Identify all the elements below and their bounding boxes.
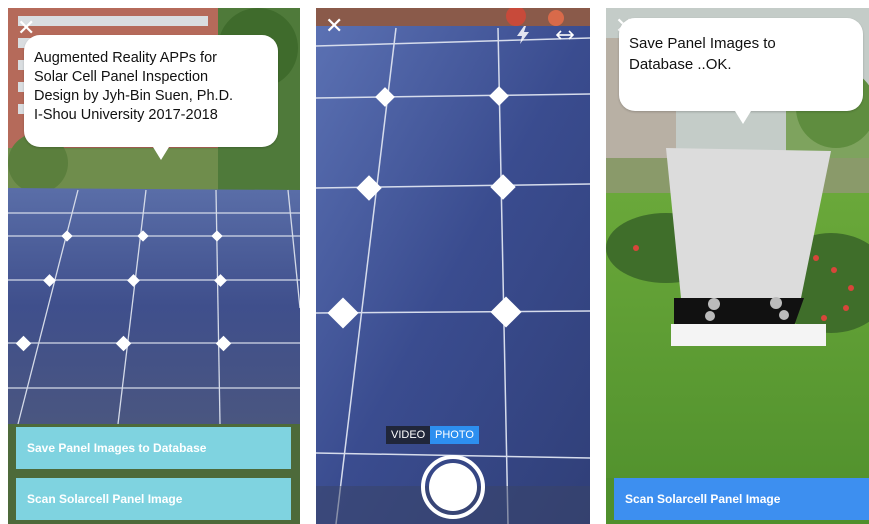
scan-panel-image-button[interactable]: Scan Solarcell Panel Image (614, 478, 869, 520)
switch-camera-icon[interactable] (556, 28, 574, 42)
shutter-inner (429, 463, 477, 511)
photo-mode-tab[interactable]: PHOTO (430, 426, 479, 444)
bubble-line: Design by Jyh-Bin Suen, Ph.D. (34, 88, 234, 104)
bubble-line: Solar Cell Panel Inspection (34, 69, 209, 85)
screen-ar-intro: ✕ Augmented Reality APPs for Solar Cell … (8, 8, 300, 524)
bubble-line: Database ..OK. (629, 56, 732, 73)
camera-viewfinder (316, 8, 590, 524)
screen-ar-save: ✕ Save Panel Images to Database ..OK. Sc… (606, 8, 869, 524)
save-panel-images-button[interactable]: Save Panel Images to Database (16, 427, 291, 469)
bubble-line: Save Panel Images to (629, 35, 776, 52)
close-icon[interactable]: ✕ (325, 16, 343, 38)
bubble-line: Augmented Reality APPs for (34, 50, 217, 66)
bubble-tail (153, 147, 169, 160)
screen-camera: ✕ VIDEO PHOTO (316, 8, 590, 524)
scan-panel-image-button[interactable]: Scan Solarcell Panel Image (16, 478, 291, 520)
video-mode-tab[interactable]: VIDEO (386, 426, 431, 444)
flash-icon[interactable] (516, 26, 530, 44)
status-bubble: Save Panel Images to Database ..OK. (619, 18, 863, 124)
bubble-tail (735, 111, 751, 124)
shutter-button[interactable] (421, 455, 485, 519)
info-bubble: Augmented Reality APPs for Solar Cell Pa… (24, 35, 278, 160)
bubble-line: I-Shou University 2017-2018 (34, 107, 218, 123)
